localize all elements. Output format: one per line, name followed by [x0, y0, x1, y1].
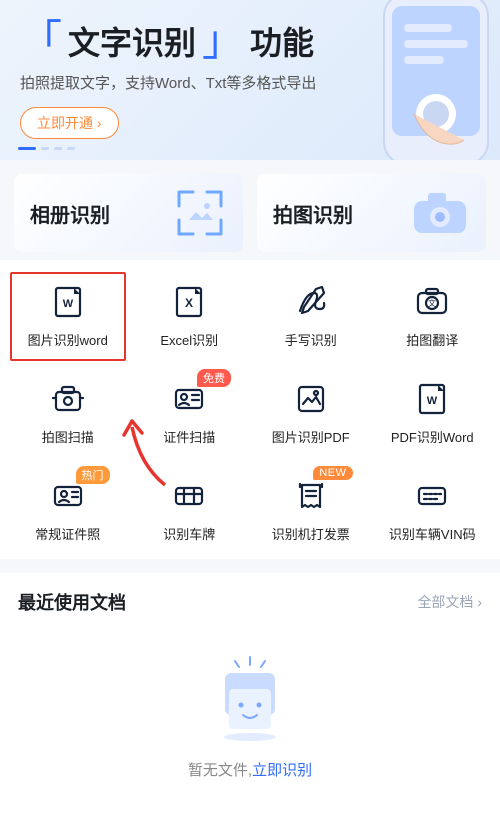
feature-label: 常规证件照	[35, 524, 100, 543]
hero-feature: 文字识别	[68, 18, 196, 64]
pdf-word-icon: W	[414, 381, 450, 417]
mode-album[interactable]: 相册识别	[14, 174, 243, 252]
excel-icon: X	[171, 284, 207, 320]
feature-img-word[interactable]: W 图片识别word	[10, 272, 126, 361]
scan-icon	[50, 381, 86, 417]
recent-title: 最近使用文档	[18, 589, 126, 615]
feature-label: 图片识别PDF	[272, 427, 350, 446]
feature-grid: W图片识别wordXExcel识别手写识别文拍图翻译拍图扫描免费证件扫描图片识别…	[0, 260, 500, 559]
album-icon	[173, 186, 227, 240]
feature-label: 拍图翻译	[406, 330, 458, 349]
hero-banner: 「 文字识别 」 功能 拍照提取文字，支持Word、Txt等多格式导出 立即开通…	[0, 0, 500, 160]
vin-icon	[414, 478, 450, 514]
hero-feature-suffix: 功能	[250, 18, 314, 64]
empty-illustration	[205, 655, 295, 745]
empty-prefix: 暂无文件,	[188, 762, 252, 779]
feature-label: 识别车牌	[163, 524, 215, 543]
recent-section: 最近使用文档 全部文档 › 暂无文件,立即识别	[0, 573, 500, 833]
recent-header: 最近使用文档 全部文档 ›	[18, 589, 482, 615]
plate-icon	[171, 478, 207, 514]
img-pdf-icon	[293, 381, 329, 417]
mode-album-label: 相册识别	[30, 199, 110, 228]
feature-label: 识别车辆VIN码	[389, 524, 476, 543]
svg-text:W: W	[427, 395, 438, 407]
img-word-icon: W	[50, 284, 86, 320]
feature-label: 证件扫描	[163, 427, 215, 446]
svg-text:X: X	[185, 296, 193, 310]
mode-cards: 相册识别 拍图识别	[0, 160, 500, 260]
mode-camera-label: 拍图识别	[273, 199, 353, 228]
pager-dots	[18, 147, 75, 150]
phone-illustration	[350, 0, 500, 160]
feature-label: Excel识别	[160, 330, 218, 349]
feature-vin[interactable]: 识别车辆VIN码	[375, 472, 491, 549]
camera-icon	[410, 189, 470, 237]
badge-free: 免费	[197, 369, 231, 387]
feature-plate[interactable]: 识别车牌	[132, 472, 248, 549]
feature-excel[interactable]: X Excel识别	[132, 278, 248, 355]
feature-label: PDF识别Word	[391, 427, 474, 446]
bracket-right: 」	[202, 20, 244, 62]
svg-text:文: 文	[428, 298, 436, 308]
handwrite-icon	[293, 284, 329, 320]
badge-hot: 热门	[76, 466, 110, 484]
feature-scan[interactable]: 拍图扫描	[10, 375, 126, 452]
badge-new: NEW	[313, 466, 352, 480]
feature-pdf-word[interactable]: W PDF识别Word	[375, 375, 491, 452]
empty-state: 暂无文件,立即识别	[18, 655, 482, 780]
feature-idscan[interactable]: 免费证件扫描	[132, 375, 248, 452]
cta-button[interactable]: 立即开通 ›	[20, 107, 119, 139]
feature-label: 手写识别	[285, 330, 337, 349]
recent-all-link[interactable]: 全部文档 ›	[417, 592, 482, 612]
translate-icon: 文	[414, 284, 450, 320]
feature-label: 拍图扫描	[42, 427, 94, 446]
mode-camera[interactable]: 拍图识别	[257, 174, 486, 252]
feature-receipt[interactable]: NEW识别机打发票	[253, 472, 369, 549]
feature-translate[interactable]: 文拍图翻译	[375, 278, 491, 355]
feature-label: 识别机打发票	[272, 524, 350, 543]
bracket-left: 「	[20, 20, 62, 62]
feature-handwrite[interactable]: 手写识别	[253, 278, 369, 355]
feature-img-pdf[interactable]: 图片识别PDF	[253, 375, 369, 452]
empty-text: 暂无文件,立即识别	[188, 759, 312, 780]
empty-link[interactable]: 立即识别	[252, 762, 312, 779]
receipt-icon	[293, 478, 329, 514]
feature-label: 图片识别word	[28, 330, 108, 349]
svg-text:W: W	[63, 298, 74, 310]
feature-idphoto[interactable]: 热门常规证件照	[10, 472, 126, 549]
